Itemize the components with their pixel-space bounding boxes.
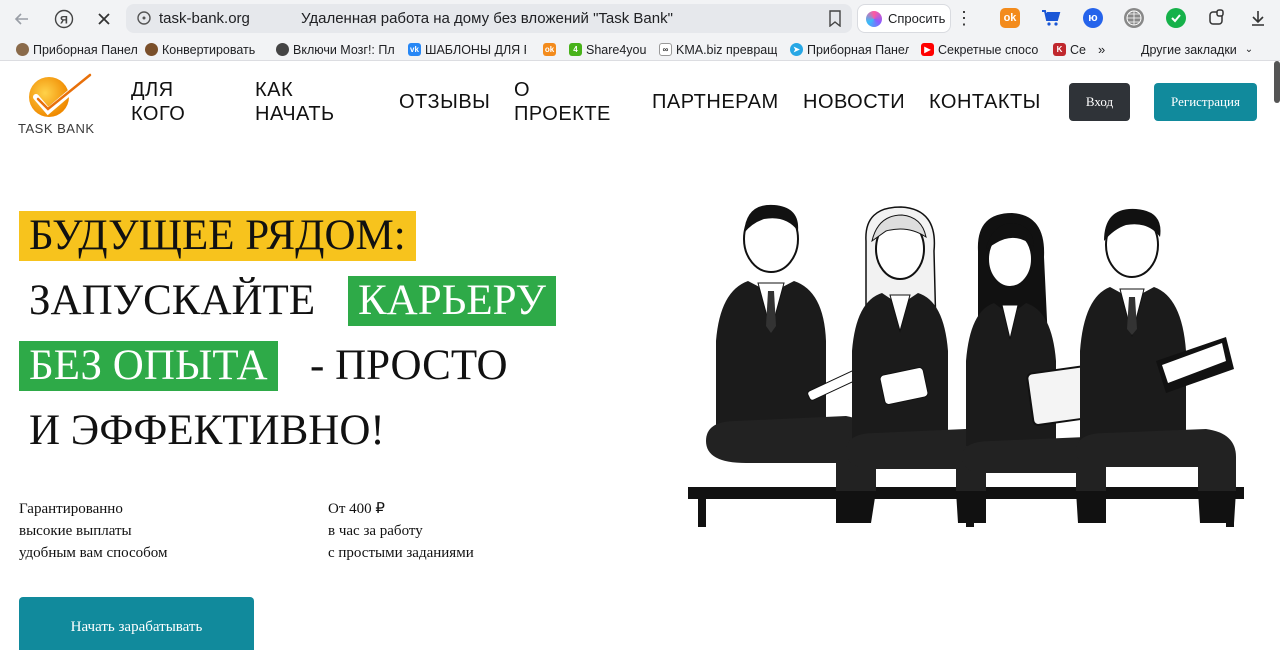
checkmark-extension-icon[interactable]	[1166, 8, 1186, 28]
nav-how-to-start[interactable]: КАК НАЧАТЬ	[255, 78, 335, 126]
hero-illustration	[688, 204, 1244, 527]
ask-label: Спросить	[888, 11, 946, 26]
benefit-payouts: Гарантированно высокие выплаты удобным в…	[19, 501, 168, 561]
bookmark-favicon-icon	[145, 43, 158, 56]
hero-line-3b: - ПРОСТО	[310, 342, 508, 389]
telegram-icon: ➤	[790, 43, 803, 56]
more-menu-icon[interactable]: ⋮	[955, 6, 973, 32]
bookmark-item[interactable]: ∞ KMA.biz превращ	[659, 41, 777, 58]
bookmark-favicon-icon: K	[1053, 43, 1066, 56]
nav-contacts[interactable]: КОНТАКТЫ	[929, 90, 1041, 114]
nav-news[interactable]: НОВОСТИ	[803, 90, 905, 114]
nav-partners[interactable]: ПАРТНЕРАМ	[652, 90, 779, 114]
bookmarks-bar: Приборная Панел Конвертировать Включи Мо…	[0, 37, 1280, 61]
nav-reviews[interactable]: ОТЗЫВЫ	[399, 90, 490, 114]
globe-extension-icon[interactable]	[1124, 8, 1144, 28]
nav-for-whom[interactable]: ДЛЯ КОГО	[131, 78, 185, 126]
bookmark-favicon-icon	[16, 43, 29, 56]
logo-text: TASK BANK	[18, 121, 95, 136]
bookmark-item[interactable]: ▶ Секретные спосо	[921, 41, 1041, 58]
bookmark-item[interactable]: Приборная Панел	[16, 41, 139, 58]
site-logo[interactable]: TASK BANK	[16, 73, 106, 137]
hero-line-1: БУДУЩЕЕ РЯДОМ:	[19, 211, 416, 261]
cart-extension-icon[interactable]	[1041, 8, 1061, 28]
login-button[interactable]: Вход	[1069, 83, 1130, 121]
yu-extension-icon[interactable]: ю	[1083, 8, 1103, 28]
more-bookmarks-chevron-icon[interactable]: »	[1098, 41, 1112, 58]
yandex-icon[interactable]: Я	[51, 6, 77, 32]
bookmark-item[interactable]: 4 Share4you	[569, 41, 649, 58]
youtube-icon: ▶	[921, 43, 934, 56]
downloads-icon[interactable]	[1248, 8, 1268, 28]
site-info-icon[interactable]	[136, 10, 152, 26]
chevron-down-icon: ⌄	[1244, 44, 1254, 55]
bookmark-icon[interactable]	[828, 10, 842, 27]
odnoklassniki-icon: ok	[543, 43, 556, 56]
nav-about[interactable]: О ПРОЕКТЕ	[514, 78, 611, 126]
back-arrow-icon[interactable]	[9, 6, 35, 32]
register-button[interactable]: Регистрация	[1154, 83, 1257, 121]
hero-line-4: И ЭФФЕКТИВНО!	[29, 407, 385, 454]
bookmark-item[interactable]: K Се	[1053, 41, 1087, 58]
hero-line-2a: ЗАПУСКАЙТЕ	[29, 277, 316, 324]
benefit-rate: От 400 ₽ в час за работу с простыми зада…	[328, 501, 474, 561]
hero-line-2b: КАРЬЕРУ	[348, 276, 556, 326]
page-content: TASK BANK ДЛЯ КОГО КАК НАЧАТЬ ОТЗЫВЫ О ПРОЕ…	[0, 61, 1280, 650]
bookmark-item[interactable]: vk ШАБЛОНЫ ДЛЯ Р	[408, 41, 526, 58]
bookmark-favicon-icon: 4	[569, 43, 582, 56]
odnoklassniki-extension-icon[interactable]: ok	[1000, 8, 1020, 28]
start-earning-button[interactable]: Начать зарабатывать	[19, 597, 254, 650]
stop-loading-icon[interactable]	[91, 6, 117, 32]
bookmark-item[interactable]: ok	[543, 41, 558, 58]
address-bar[interactable]: task-bank.org Удаленная работа на дому б…	[126, 4, 852, 33]
vk-icon: vk	[408, 43, 421, 56]
other-bookmarks[interactable]: Другие закладки ⌄	[1141, 41, 1261, 58]
bookmark-item[interactable]: Включи Мозг!: Пл	[276, 41, 396, 58]
ai-sparkle-icon	[866, 10, 882, 27]
bookmark-item[interactable]: Конвертировать	[145, 41, 264, 58]
hero-line-3a: БЕЗ ОПЫТА	[19, 341, 278, 391]
logo-mark-icon	[29, 73, 92, 117]
svg-text:Я: Я	[60, 15, 68, 27]
bookmark-favicon-icon	[276, 43, 289, 56]
scrollbar[interactable]	[1274, 61, 1280, 103]
page-title: Удаленная работа на дому без вложений "T…	[301, 10, 673, 27]
url-text[interactable]: task-bank.org	[159, 10, 250, 27]
bookmark-favicon-icon: ∞	[659, 43, 672, 56]
ask-button[interactable]: Спросить	[857, 4, 951, 33]
browser-toolbar: Я task-bank.org Удаленная работа на дому…	[0, 0, 1280, 37]
extensions-puzzle-icon[interactable]	[1207, 8, 1227, 28]
bookmark-item[interactable]: ➤ Приборная Панел	[790, 41, 909, 58]
